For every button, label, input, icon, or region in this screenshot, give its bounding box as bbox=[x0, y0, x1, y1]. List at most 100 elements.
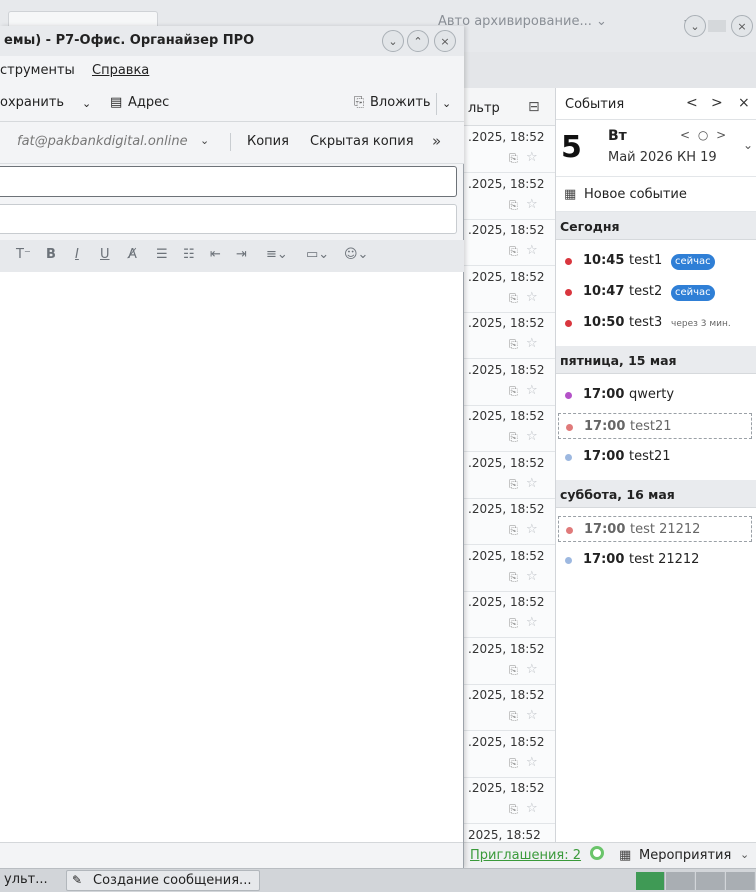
taskbar-item-compose[interactable]: ✎ Создание сообщения... bbox=[66, 870, 260, 891]
event-item[interactable]: 17:00 test21 bbox=[558, 444, 752, 470]
message-row[interactable]: .2025, 18:52 ⎘ ☆ bbox=[464, 359, 555, 406]
star-icon[interactable]: ☆ bbox=[526, 383, 538, 398]
event-item[interactable]: 17:00 test 21212 bbox=[558, 547, 752, 573]
event-item[interactable]: 17:00 test21 bbox=[558, 413, 752, 439]
invitations-link[interactable]: Приглашения: 2 bbox=[470, 848, 581, 863]
event-color-dot bbox=[565, 289, 572, 296]
underline-icon[interactable]: U bbox=[100, 247, 110, 262]
star-icon[interactable]: ☆ bbox=[526, 615, 538, 630]
event-item[interactable]: 10:47 test2 сейчас bbox=[558, 279, 752, 305]
status-bar: Приглашения: 2 ▦ Мероприятия ⌄ bbox=[464, 842, 756, 868]
chevron-down-icon[interactable]: ⌄ bbox=[82, 97, 91, 110]
maximize-button[interactable]: ⌃ bbox=[407, 30, 429, 52]
star-icon[interactable]: ☆ bbox=[526, 662, 538, 677]
subject-input[interactable] bbox=[0, 204, 457, 234]
star-icon[interactable]: ☆ bbox=[526, 336, 538, 351]
tray-slot[interactable] bbox=[666, 872, 695, 890]
toolbar-separator bbox=[436, 93, 437, 115]
to-input[interactable] bbox=[0, 166, 457, 197]
message-row[interactable]: .2025, 18:52 ⎘ ☆ bbox=[464, 777, 555, 824]
main-toolbar bbox=[464, 52, 756, 88]
star-icon[interactable]: ☆ bbox=[526, 150, 538, 165]
star-icon[interactable]: ☆ bbox=[526, 801, 538, 816]
address-book-icon[interactable]: ▤ bbox=[110, 95, 122, 110]
numbered-list-icon[interactable]: ☷ bbox=[183, 247, 195, 262]
message-row[interactable]: .2025, 18:52 ⎘ ☆ bbox=[464, 731, 555, 778]
from-field[interactable]: fat@pakbankdigital.online bbox=[17, 134, 188, 149]
message-row[interactable]: .2025, 18:52 ⎘ ☆ bbox=[464, 126, 555, 173]
message-date: .2025, 18:52 bbox=[468, 641, 545, 656]
filter-column-header[interactable]: льтр bbox=[468, 101, 500, 116]
attach-button[interactable]: Вложить bbox=[370, 95, 431, 110]
column-picker-icon[interactable]: ⊟ bbox=[528, 99, 540, 115]
star-icon[interactable]: ☆ bbox=[526, 755, 538, 770]
prev-day-icon[interactable]: < bbox=[686, 95, 698, 111]
font-size-icon[interactable]: T⁻ bbox=[16, 247, 31, 262]
next-day-icon[interactable]: > bbox=[711, 95, 723, 111]
star-icon[interactable]: ☆ bbox=[526, 197, 538, 212]
address-button[interactable]: Адрес bbox=[128, 95, 169, 110]
clear-format-icon[interactable]: A̸ bbox=[128, 247, 137, 262]
meetings-dropdown[interactable]: Мероприятия bbox=[639, 848, 731, 863]
message-row[interactable]: .2025, 18:52 ⎘ ☆ bbox=[464, 452, 555, 499]
message-row[interactable]: 2025, 18:52⎘☆ bbox=[464, 824, 555, 843]
event-item[interactable]: 10:50 test3 через 3 мин. bbox=[558, 310, 752, 336]
event-item[interactable]: 17:00 test 21212 bbox=[558, 516, 752, 542]
message-row[interactable]: .2025, 18:52 ⎘ ☆ bbox=[464, 638, 555, 685]
star-icon[interactable]: ☆ bbox=[526, 429, 538, 444]
menu-help[interactable]: Справка bbox=[92, 63, 149, 78]
indent-icon[interactable]: ⇥ bbox=[236, 247, 247, 262]
star-icon[interactable]: ☆ bbox=[526, 243, 538, 258]
message-row[interactable]: .2025, 18:52 ⎘ ☆ bbox=[464, 405, 555, 452]
message-date: .2025, 18:52 bbox=[468, 548, 545, 563]
taskbar-item[interactable]: ульт... bbox=[4, 872, 48, 887]
message-row[interactable]: .2025, 18:52 ⎘ ☆ bbox=[464, 591, 555, 638]
tray-slot[interactable] bbox=[726, 872, 755, 890]
more-fields-icon[interactable]: » bbox=[432, 132, 441, 150]
message-row[interactable]: .2025, 18:52 ⎘ ☆ bbox=[464, 498, 555, 545]
message-row[interactable]: .2025, 18:52 ⎘ ☆ bbox=[464, 219, 555, 266]
star-icon[interactable]: ☆ bbox=[526, 569, 538, 584]
close-panel-icon[interactable]: × bbox=[738, 95, 750, 111]
save-button[interactable]: охранить bbox=[0, 95, 64, 110]
message-date: .2025, 18:52 bbox=[468, 130, 545, 144]
minimize-button[interactable]: ⌄ bbox=[684, 15, 706, 37]
tray-slot-active[interactable] bbox=[636, 872, 665, 890]
chevron-down-icon[interactable]: ⌄ bbox=[743, 138, 753, 152]
close-button[interactable]: × bbox=[731, 15, 753, 37]
menu-tools[interactable]: струменты bbox=[0, 63, 75, 78]
insert-icon[interactable]: ▭⌄ bbox=[306, 247, 329, 262]
star-icon[interactable]: ☆ bbox=[526, 476, 538, 491]
outdent-icon[interactable]: ⇤ bbox=[210, 247, 221, 262]
message-body-editor[interactable] bbox=[0, 272, 463, 842]
star-icon[interactable]: ☆ bbox=[526, 290, 538, 305]
chevron-down-icon[interactable]: ⌄ bbox=[740, 848, 749, 861]
emoji-icon[interactable]: ☺⌄ bbox=[344, 247, 368, 262]
italic-icon[interactable]: I bbox=[75, 247, 79, 262]
menu-bar: струменты Справка bbox=[0, 56, 464, 86]
minimize-button[interactable]: ⌄ bbox=[382, 30, 404, 52]
bold-icon[interactable]: B bbox=[46, 247, 56, 262]
event-item[interactable]: 17:00 qwerty bbox=[558, 382, 752, 408]
paperclip-icon[interactable]: ⎘ bbox=[354, 95, 364, 110]
bcc-button[interactable]: Скрытая копия bbox=[310, 134, 414, 149]
paperclip-icon: ⎘ bbox=[509, 710, 518, 723]
message-row[interactable]: .2025, 18:52 ⎘ ☆ bbox=[464, 545, 555, 592]
chevron-down-icon[interactable]: ⌄ bbox=[442, 97, 451, 110]
message-row[interactable]: .2025, 18:52 ⎘ ☆ bbox=[464, 173, 555, 220]
message-row[interactable]: .2025, 18:52 ⎘ ☆ bbox=[464, 684, 555, 731]
close-button[interactable]: × bbox=[434, 30, 456, 52]
cc-button[interactable]: Копия bbox=[247, 134, 289, 149]
new-event-button[interactable]: ▦ Новое событие bbox=[556, 176, 756, 212]
event-item[interactable]: 10:45 test1 сейчас bbox=[558, 248, 752, 274]
align-icon[interactable]: ≡⌄ bbox=[266, 247, 288, 262]
star-icon[interactable]: ☆ bbox=[526, 522, 538, 537]
star-icon[interactable]: ☆ bbox=[526, 708, 538, 723]
chevron-down-icon[interactable]: ⌄ bbox=[200, 134, 209, 147]
bulleted-list-icon[interactable]: ☰ bbox=[156, 247, 168, 262]
maximize-button[interactable] bbox=[708, 20, 726, 32]
tray-slot[interactable] bbox=[696, 872, 725, 890]
mini-date-nav[interactable]: < ○ > bbox=[680, 128, 728, 142]
message-row[interactable]: .2025, 18:52 ⎘ ☆ bbox=[464, 312, 555, 359]
message-row[interactable]: .2025, 18:52 ⎘ ☆ bbox=[464, 266, 555, 313]
